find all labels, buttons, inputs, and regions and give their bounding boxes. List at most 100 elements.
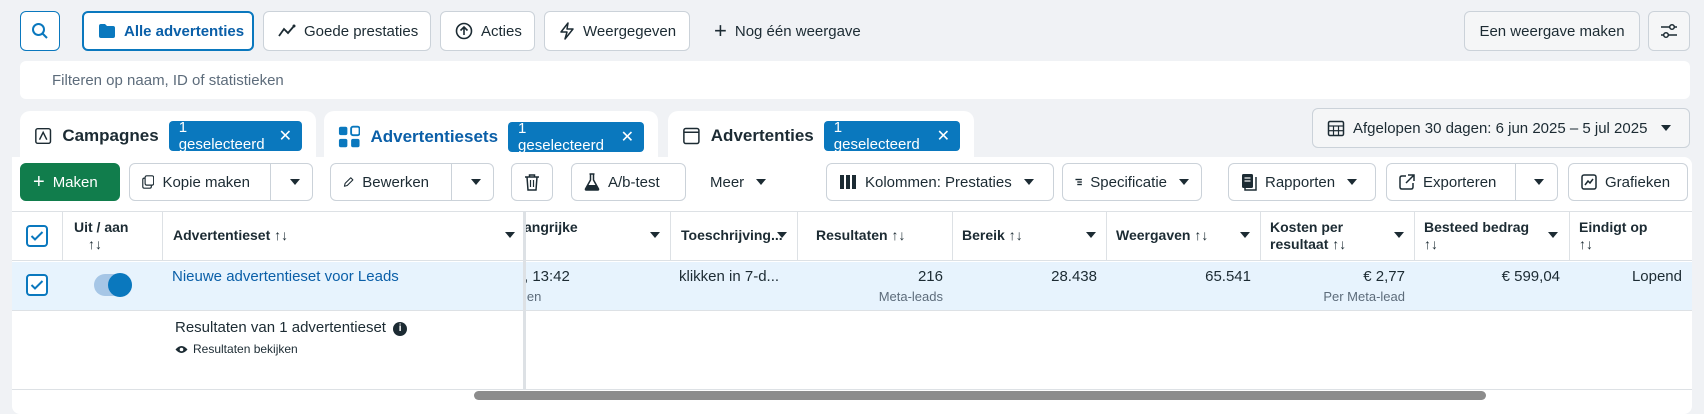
edit-button[interactable]: Bewerken: [330, 163, 494, 201]
important-value: , 13:42: [524, 268, 570, 285]
reports-label: Rapporten: [1265, 173, 1336, 191]
column-title: Besteed bedrag: [1424, 219, 1530, 235]
tab-ads[interactable]: Advertenties 1 geselecteerd ✕: [668, 111, 974, 161]
add-view-button[interactable]: + Nog één weergave: [700, 11, 870, 51]
duplicate-button[interactable]: Kopie maken: [129, 163, 313, 201]
impressions-value: 65.541: [1205, 268, 1251, 285]
summary-label: Resultaten van 1 advertentieset i: [175, 319, 408, 336]
ab-test-label: A/b-test: [608, 173, 660, 191]
folder-icon: [99, 24, 115, 38]
create-view-label: Een weergave maken: [1479, 22, 1625, 40]
close-icon[interactable]: ✕: [621, 127, 634, 147]
selection-pill-label: 1 geselecteerd: [833, 119, 920, 153]
create-label: Maken: [52, 173, 98, 191]
breakdown-button[interactable]: Specificatie: [1062, 163, 1202, 201]
columns-icon: [840, 175, 856, 189]
selection-pill-label: 1 geselecteerd: [178, 119, 265, 153]
adset-name-link[interactable]: Nieuwe advertentieset voor Leads: [172, 268, 399, 285]
delete-button[interactable]: [511, 163, 553, 201]
chevron-down-icon[interactable]: [505, 232, 515, 238]
checkmark-icon: [30, 280, 44, 290]
sliders-icon: [1661, 23, 1677, 39]
filter-input[interactable]: Filteren op naam, ID of statistieken: [20, 61, 1690, 99]
column-header-amount-spent[interactable]: Besteed bedrag ↑↓: [1414, 211, 1568, 261]
ab-test-button[interactable]: A/b-test: [571, 163, 686, 201]
summary-divider: [12, 389, 1692, 390]
date-range-picker[interactable]: Afgelopen 30 dagen: 6 jun 2025 – 5 jul 2…: [1312, 108, 1690, 148]
selection-pill[interactable]: 1 geselecteerd ✕: [823, 119, 960, 153]
chevron-down-icon[interactable]: [1534, 179, 1545, 185]
create-view-button[interactable]: Een weergave maken: [1464, 11, 1640, 51]
column-header-important[interactable]: angrijke: [524, 211, 670, 261]
column-title: Advertentieset ↑↓: [173, 227, 289, 243]
view-tab-actions[interactable]: Acties: [440, 11, 535, 51]
view-tab-delivered[interactable]: Weergegeven: [544, 11, 690, 51]
view-tab-label: Acties: [481, 22, 522, 40]
chevron-down-icon[interactable]: [1086, 232, 1096, 238]
tab-adsets[interactable]: Advertentiesets 1 geselecteerd ✕: [324, 111, 658, 163]
selection-pill[interactable]: 1 geselecteerd ✕: [168, 119, 302, 153]
column-header-ends[interactable]: Eindigt op ↑↓: [1569, 211, 1692, 261]
column-title: Bereik ↑↓: [962, 227, 1023, 243]
results-sub: Meta-leads: [878, 289, 943, 304]
add-view-label: Nog één weergave: [734, 22, 861, 40]
view-results-link[interactable]: Resultaten bekijken: [175, 342, 298, 356]
close-icon[interactable]: ✕: [937, 126, 950, 146]
breakdown-icon: [1075, 178, 1082, 186]
sort-icon: ↑↓: [1424, 236, 1438, 252]
column-header-results[interactable]: Resultaten ↑↓: [806, 211, 952, 261]
flag-box-icon: [35, 127, 52, 145]
column-header-impressions[interactable]: Weergaven ↑↓: [1106, 211, 1260, 261]
column-divider: [1106, 211, 1107, 261]
column-title: Resultaten ↑↓: [816, 227, 906, 243]
info-icon[interactable]: i: [393, 321, 408, 336]
chevron-down-icon[interactable]: [1394, 232, 1404, 238]
filter-placeholder: Filteren op naam, ID of statistieken: [52, 71, 284, 89]
columns-button[interactable]: Kolommen: Prestaties: [826, 163, 1054, 201]
row-checkbox[interactable]: [26, 274, 48, 296]
column-divider: [797, 211, 798, 261]
cost-per-result-value: € 2,77: [1363, 268, 1405, 285]
export-button[interactable]: Exporteren: [1386, 163, 1558, 201]
tab-campaigns[interactable]: Campagnes 1 geselecteerd ✕: [20, 111, 316, 161]
search-icon: [32, 23, 48, 39]
chevron-down-icon[interactable]: [650, 232, 660, 238]
column-header-attribution[interactable]: Toeschrijving...: [671, 211, 797, 261]
chevron-down-icon[interactable]: [777, 232, 787, 238]
split-divider: [451, 163, 452, 201]
on-off-toggle[interactable]: [94, 273, 132, 297]
column-header-on-off[interactable]: Uit / aan ↑↓: [64, 211, 160, 261]
chevron-down-icon: [1023, 179, 1034, 185]
column-header-cost-per-result[interactable]: Kosten per resultaat ↑↓: [1260, 211, 1414, 261]
column-divider: [670, 211, 671, 261]
column-title: Kosten per: [1270, 219, 1344, 235]
horizontal-scrollbar[interactable]: [474, 391, 1486, 400]
chevron-down-icon[interactable]: [1548, 232, 1558, 238]
reports-button[interactable]: Rapporten: [1228, 163, 1376, 201]
summary-text: Resultaten van 1 advertentieset: [175, 319, 386, 336]
chevron-down-icon[interactable]: [471, 179, 481, 185]
close-icon[interactable]: ✕: [279, 126, 292, 146]
column-header-reach[interactable]: Bereik ↑↓: [952, 211, 1106, 261]
more-button[interactable]: Meer: [698, 163, 784, 201]
amount-spent-value: € 599,04: [1501, 268, 1560, 285]
search-button[interactable]: [20, 11, 60, 51]
chevron-down-icon[interactable]: [1240, 232, 1250, 238]
selection-pill[interactable]: 1 geselecteerd ✕: [508, 120, 644, 154]
chart-icon: [1581, 174, 1597, 190]
tab-label: Advertenties: [710, 126, 814, 145]
charts-label: Grafieken: [1605, 173, 1671, 191]
view-settings-button[interactable]: [1648, 11, 1690, 51]
chevron-down-icon: [1347, 179, 1358, 185]
create-button[interactable]: + Maken: [20, 163, 120, 201]
view-tab-good-performance[interactable]: Goede prestaties: [263, 11, 431, 51]
plus-icon: +: [33, 171, 45, 193]
chevron-down-icon[interactable]: [290, 179, 300, 185]
select-all-checkbox[interactable]: [26, 225, 48, 247]
selection-pill-label: 1 geselecteerd: [518, 120, 604, 154]
charts-button[interactable]: Grafieken: [1568, 163, 1688, 201]
column-header-adset[interactable]: Advertentieset ↑↓: [163, 211, 525, 261]
view-tab-all-ads[interactable]: Alle advertenties: [82, 11, 254, 51]
column-divider: [162, 211, 163, 261]
trend-icon: [278, 24, 296, 37]
